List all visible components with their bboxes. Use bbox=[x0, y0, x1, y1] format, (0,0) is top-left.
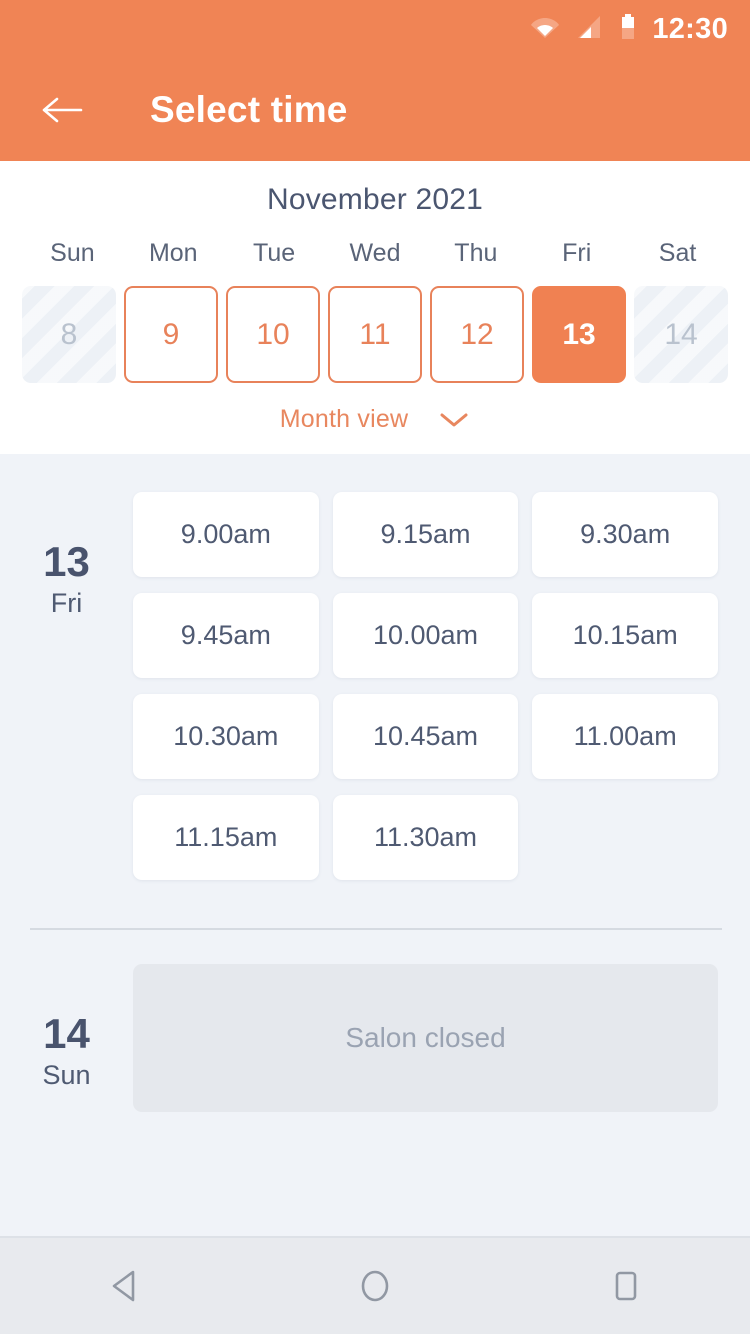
month-view-toggle[interactable]: Month view bbox=[0, 405, 750, 434]
weekday-header-row: Sun Mon Tue Wed Thu Fri Sat bbox=[0, 239, 750, 268]
day-slot-block: 13 Fri 9.00am 9.15am 9.30am 9.45am 10.00… bbox=[0, 454, 750, 880]
square-recents-icon bbox=[615, 1271, 637, 1301]
salon-closed-card: Salon closed bbox=[133, 964, 718, 1112]
time-slot-button[interactable]: 10.00am bbox=[332, 593, 519, 678]
status-bar: 12:30 bbox=[0, 0, 750, 58]
gutter-day-of-week: Sun bbox=[42, 1060, 91, 1091]
calendar-panel: November 2021 Sun Mon Tue Wed Thu Fri Sa… bbox=[0, 161, 750, 454]
circle-home-icon bbox=[361, 1270, 389, 1302]
calendar-day-cell-selected[interactable]: 13 bbox=[532, 286, 626, 383]
day-gutter: 13 Fri bbox=[0, 492, 133, 880]
calendar-day-cell[interactable]: 11 bbox=[328, 286, 422, 383]
calendar-days-row: 8 9 10 11 12 13 14 bbox=[0, 286, 750, 383]
calendar-day-cell[interactable]: 9 bbox=[124, 286, 218, 383]
page-title: Select time bbox=[150, 88, 348, 130]
time-slot-button[interactable]: 10.45am bbox=[332, 694, 519, 779]
weekday-label: Sat bbox=[658, 239, 697, 267]
time-slot-button[interactable]: 10.30am bbox=[133, 694, 319, 779]
status-time: 12:30 bbox=[652, 12, 728, 45]
gutter-day-number: 13 bbox=[43, 538, 90, 585]
gutter-day-of-week: Fri bbox=[50, 588, 83, 619]
nav-home-button[interactable] bbox=[320, 1251, 430, 1321]
gutter-day-number: 14 bbox=[43, 1010, 90, 1057]
time-slot-button[interactable]: 11.30am bbox=[332, 795, 519, 880]
time-slot-button[interactable]: 9.15am bbox=[332, 492, 519, 577]
weekday-label: Mon bbox=[148, 239, 198, 267]
slot-grid: 9.00am 9.15am 9.30am 9.45am 10.00am 10.1… bbox=[133, 492, 718, 880]
time-slot-button[interactable]: 9.45am bbox=[133, 593, 319, 678]
time-slot-button[interactable]: 11.15am bbox=[133, 795, 319, 880]
time-slots-area: 13 Fri 9.00am 9.15am 9.30am 9.45am 10.00… bbox=[0, 454, 750, 1236]
android-nav-bar bbox=[0, 1236, 750, 1334]
day-gutter: 14 Sun bbox=[0, 964, 133, 1112]
back-arrow-icon bbox=[42, 97, 83, 122]
nav-recents-button[interactable] bbox=[570, 1251, 680, 1321]
wifi-icon bbox=[530, 15, 560, 44]
signal-icon bbox=[577, 15, 603, 44]
time-slot-button[interactable]: 10.15am bbox=[532, 593, 718, 678]
calendar-day-cell[interactable]: 12 bbox=[430, 286, 524, 383]
back-button[interactable] bbox=[36, 84, 88, 136]
calendar-day-cell: 14 bbox=[634, 286, 728, 383]
time-slot-button[interactable]: 9.00am bbox=[133, 492, 319, 577]
chevron-down-icon bbox=[438, 410, 470, 430]
weekday-label: Wed bbox=[349, 239, 401, 267]
nav-back-button[interactable] bbox=[70, 1251, 180, 1321]
battery-icon bbox=[620, 13, 636, 45]
weekday-label: Thu bbox=[454, 239, 498, 267]
weekday-label: Tue bbox=[253, 239, 296, 267]
calendar-day-cell: 8 bbox=[22, 286, 116, 383]
status-icon-group bbox=[530, 13, 636, 45]
weekday-label: Sun bbox=[50, 239, 95, 267]
calendar-day-cell[interactable]: 10 bbox=[226, 286, 320, 383]
time-slot-button[interactable]: 11.00am bbox=[532, 694, 718, 779]
time-slot-button[interactable]: 9.30am bbox=[532, 492, 718, 577]
triangle-back-icon bbox=[112, 1270, 135, 1302]
phone-screen: 12:30 Select time November 2021 Sun Mon … bbox=[0, 0, 750, 1334]
month-view-label: Month view bbox=[279, 405, 409, 433]
day-closed-block: 14 Sun Salon closed bbox=[0, 930, 750, 1112]
app-bar: Select time bbox=[0, 58, 750, 161]
month-label: November 2021 bbox=[266, 183, 484, 216]
weekday-label: Fri bbox=[562, 239, 592, 267]
